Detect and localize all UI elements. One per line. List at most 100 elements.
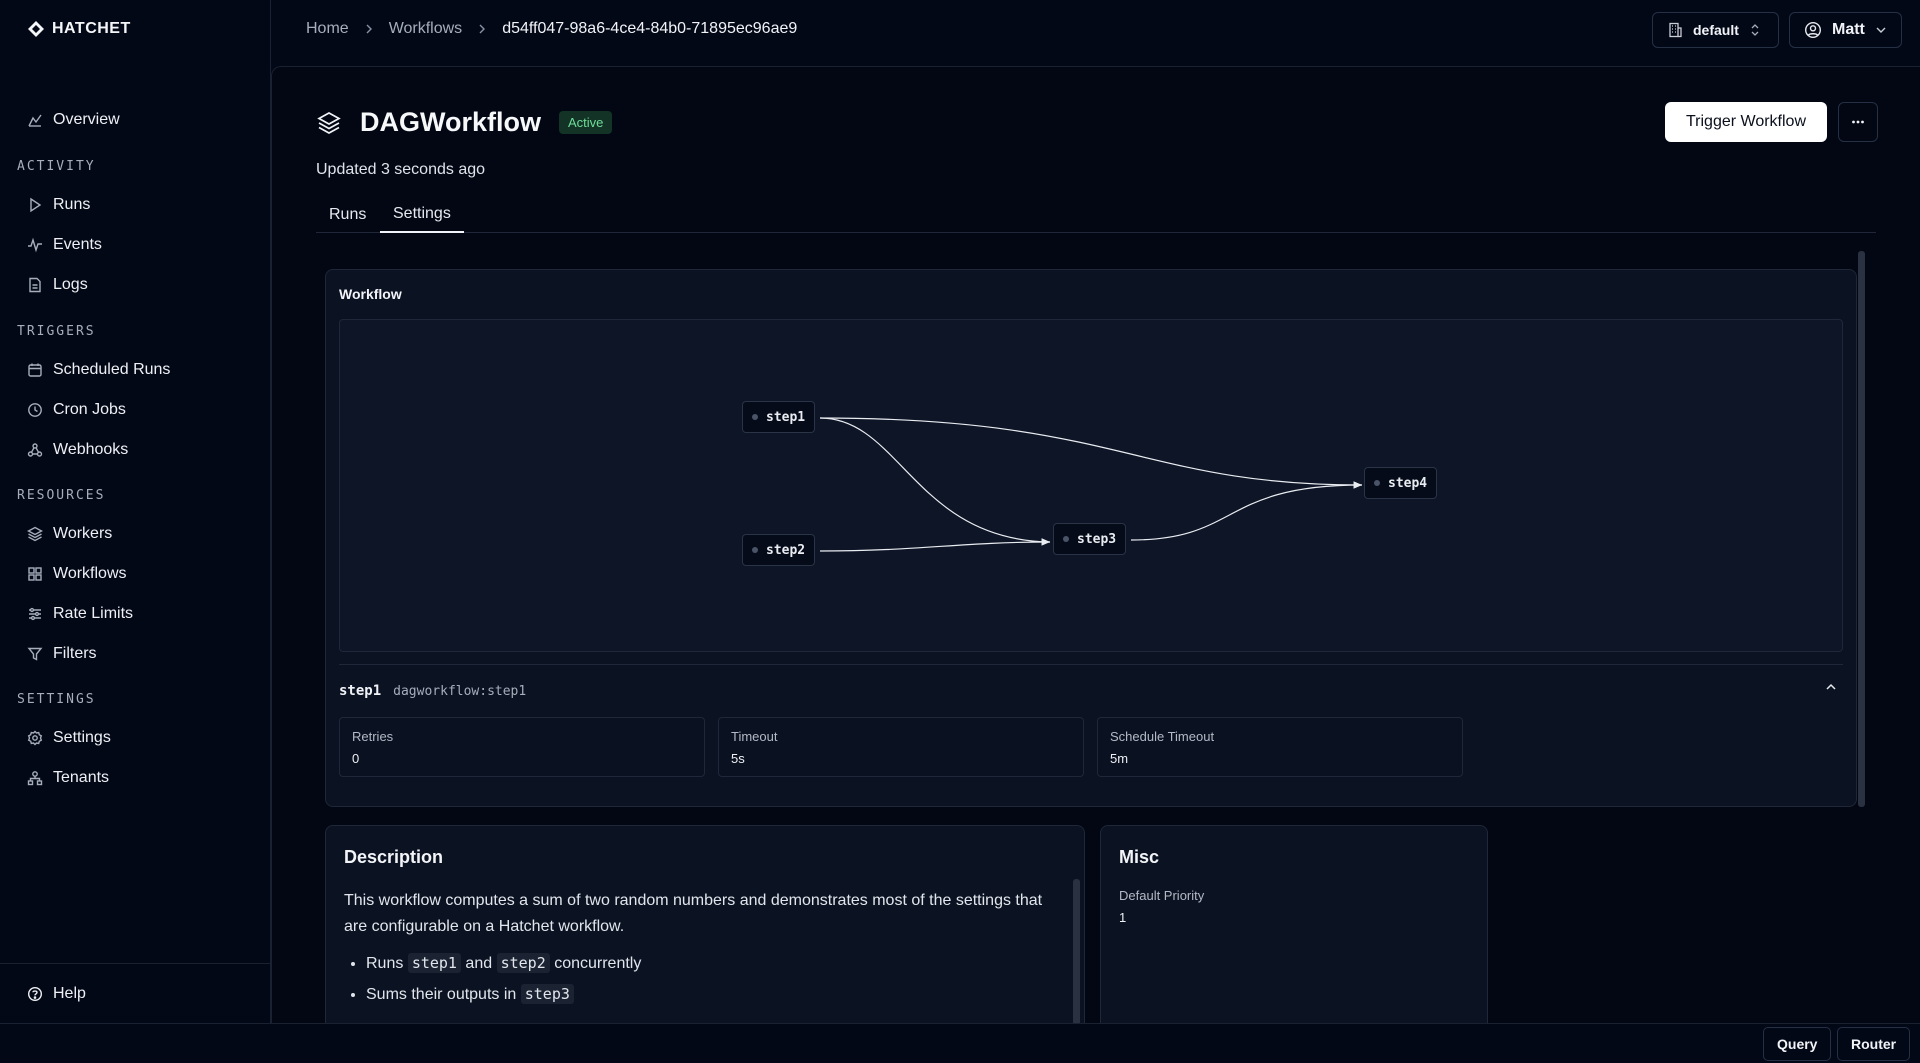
clock-icon	[27, 402, 43, 418]
sidebar-item-overview[interactable]: Overview	[18, 103, 258, 137]
collapse-step-button[interactable]	[1824, 680, 1838, 694]
description-text: This workflow computes a sum of two rand…	[344, 892, 1043, 935]
sidebar-item-label: Workers	[53, 525, 113, 542]
sidebar-item-label: Webhooks	[53, 441, 129, 458]
main-panel: DAGWorkflow Active Updated 3 seconds ago…	[271, 66, 1920, 1025]
chevron-right-icon	[363, 23, 375, 35]
breadcrumb: Home Workflows d54ff047-98a6-4ce4-84b0-7…	[306, 20, 797, 38]
list-item: Runs step1 and step2 concurrently	[366, 948, 641, 979]
node-label: step3	[1077, 531, 1117, 547]
tenant-selector[interactable]: default	[1652, 12, 1779, 48]
default-priority-label: Default Priority	[1119, 888, 1205, 903]
sidebar-item-settings[interactable]: Settings	[18, 721, 258, 755]
workflow-card-title: Workflow	[339, 286, 402, 302]
sidebar-item-webhooks[interactable]: Webhooks	[18, 433, 258, 467]
tab-runs[interactable]: Runs	[316, 197, 379, 233]
schedule-timeout-value: 5m	[1110, 751, 1129, 766]
dag-node-step3[interactable]: step3	[1053, 523, 1127, 555]
breadcrumb-workflows[interactable]: Workflows	[389, 20, 463, 38]
chevrons-up-down-icon	[1749, 23, 1761, 37]
tabs: Runs Settings	[316, 197, 1876, 233]
description-list: Runs step1 and step2 concurrently Sums t…	[366, 948, 641, 1010]
node-label: step4	[1388, 475, 1428, 491]
sidebar-item-label: Overview	[53, 111, 120, 128]
gear-icon	[27, 730, 43, 746]
section-activity: ACTIVITY	[17, 159, 96, 174]
status-badge: Active	[559, 111, 613, 134]
node-status-dot	[1063, 536, 1069, 542]
trigger-workflow-button[interactable]: Trigger Workflow	[1665, 102, 1827, 142]
sidebar-item-scheduled-runs[interactable]: Scheduled Runs	[18, 353, 258, 387]
sidebar-item-workers[interactable]: Workers	[18, 517, 258, 551]
step-name: step1	[339, 683, 382, 699]
dag-canvas[interactable]: step1 step2 step3 step4	[339, 319, 1843, 652]
activity-icon	[27, 237, 43, 253]
main-scrollbar[interactable]	[1858, 251, 1865, 807]
sidebar-item-label: Tenants	[53, 769, 110, 786]
more-horizontal-icon	[1850, 114, 1866, 130]
dag-node-step1[interactable]: step1	[742, 401, 816, 433]
user-name: Matt	[1832, 21, 1865, 38]
brand-name: HATCHET	[52, 20, 131, 37]
description-scrollbar[interactable]	[1073, 879, 1080, 1025]
dag-edges	[819, 417, 1363, 552]
sidebar-item-label: Rate Limits	[53, 605, 134, 622]
router-button[interactable]: Router	[1837, 1027, 1911, 1061]
edge-step2-step3	[819, 538, 1051, 552]
timeout-label: Timeout	[731, 729, 778, 744]
play-icon	[27, 197, 43, 213]
sidebar-item-rate-limits[interactable]: Rate Limits	[18, 597, 258, 631]
tab-settings[interactable]: Settings	[380, 197, 464, 233]
breadcrumb-current: d54ff047-98a6-4ce4-84b0-71895ec96ae9	[502, 20, 798, 37]
sidebar-item-filters[interactable]: Filters	[18, 637, 258, 671]
brand[interactable]: HATCHET	[27, 20, 131, 38]
user-menu[interactable]: Matt	[1789, 12, 1902, 48]
node-status-dot	[1374, 480, 1380, 486]
updated-timestamp: Updated 3 seconds ago	[316, 161, 486, 178]
sidebar-item-help[interactable]: Help	[18, 977, 258, 1011]
node-label: step1	[766, 409, 806, 425]
section-triggers: TRIGGERS	[17, 324, 96, 339]
query-button[interactable]: Query	[1763, 1027, 1832, 1061]
sidebar-item-logs[interactable]: Logs	[18, 268, 258, 302]
sidebar-item-label: Filters	[53, 645, 97, 662]
sidebar-item-label: Scheduled Runs	[53, 361, 171, 378]
edge-step1-step4	[819, 417, 1363, 489]
dag-node-step2[interactable]: step2	[742, 534, 816, 566]
step-header: step1 dagworkflow:step1	[339, 683, 526, 699]
list-item: Sums their outputs in step3	[366, 979, 641, 1010]
building-icon	[1667, 22, 1683, 38]
sidebar-item-label: Help	[53, 985, 86, 1002]
sidebar-item-runs[interactable]: Runs	[18, 188, 258, 222]
timeout-value: 5s	[731, 751, 745, 766]
calendar-icon	[27, 362, 43, 378]
retries-label: Retries	[352, 729, 394, 744]
sidebar-item-tenants[interactable]: Tenants	[18, 761, 258, 795]
node-status-dot	[752, 547, 758, 553]
layers-icon	[27, 526, 43, 542]
sidebar-item-cron-jobs[interactable]: Cron Jobs	[18, 393, 258, 427]
node-label: step2	[766, 542, 806, 558]
sidebar-footer: Help	[0, 963, 271, 1023]
sidebar-item-events[interactable]: Events	[18, 228, 258, 262]
inline-code: step2	[496, 953, 550, 973]
chevron-right-icon	[476, 23, 488, 35]
more-actions-button[interactable]	[1838, 102, 1878, 142]
grid-icon	[27, 566, 43, 582]
user-circle-icon	[1804, 21, 1822, 39]
webhook-icon	[27, 442, 43, 458]
overview-icon	[27, 112, 43, 128]
tenant-name: default	[1693, 22, 1739, 38]
schedule-timeout-label: Schedule Timeout	[1110, 729, 1215, 744]
inline-code: step3	[520, 984, 574, 1004]
description-card: Description This workflow computes a sum…	[325, 825, 1085, 1025]
chevron-up-icon	[1824, 680, 1838, 694]
breadcrumb-home[interactable]: Home	[306, 20, 349, 38]
divider	[339, 664, 1843, 665]
node-status-dot	[752, 414, 758, 420]
sidebar-item-workflows[interactable]: Workflows	[18, 557, 258, 591]
title-row: DAGWorkflow Active	[316, 107, 613, 138]
sidebar-item-label: Settings	[53, 729, 111, 746]
sidebar: HATCHET Overview ACTIVITY Runs Events Lo…	[0, 0, 271, 1023]
dag-node-step4[interactable]: step4	[1364, 467, 1438, 499]
